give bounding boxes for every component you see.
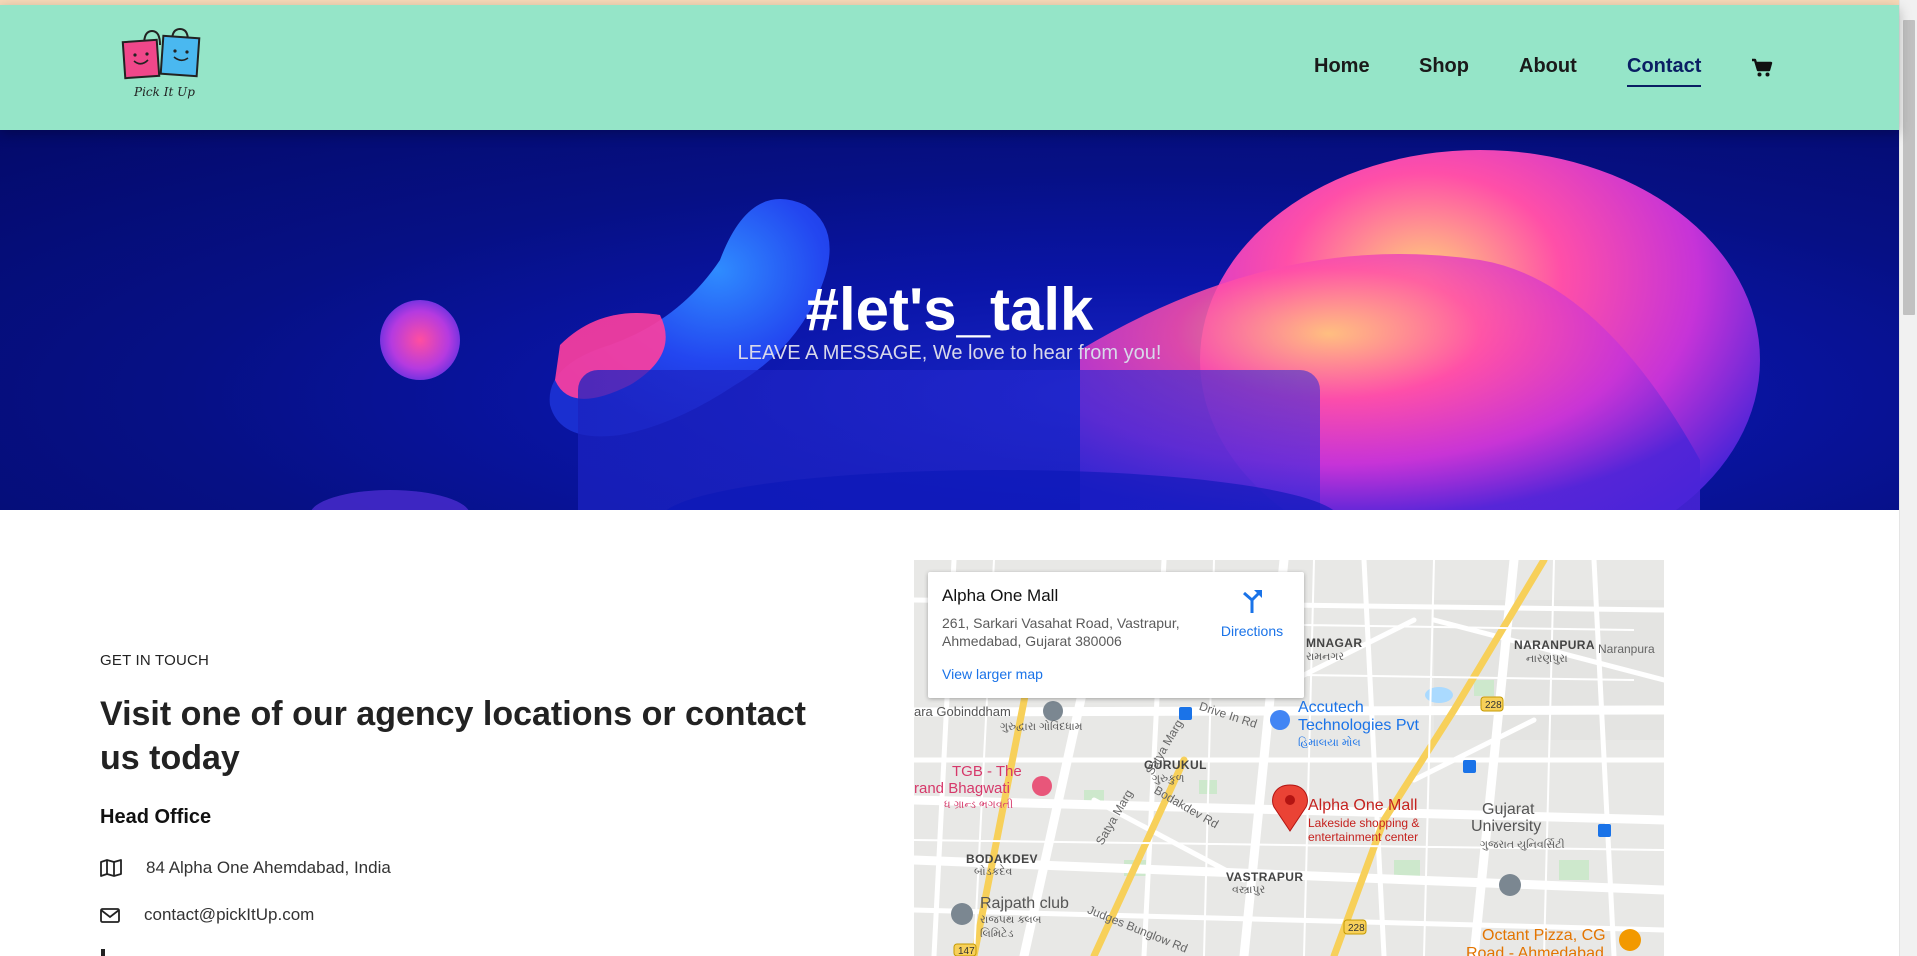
map-place-title: Alpha One Mall [942, 586, 1059, 605]
contact-heading: Visit one of our agency locations or con… [100, 695, 806, 777]
site-header: Pick It Up Home Shop About Contact [0, 5, 1899, 130]
map-label-mnagar-gu: રામનગર [1306, 651, 1345, 663]
view-larger-map-link[interactable]: View larger map [942, 666, 1043, 682]
map-label-gujarat-univ-gu: ગુજરાત યુનિવર્સિટી [1480, 839, 1565, 851]
map-label-bodakdev-gu: બોડકદેવ [974, 866, 1013, 878]
map-label-tgb-2: rand Bhagwati [914, 780, 1010, 797]
email-row: contact@pickItUp.com [100, 905, 314, 925]
hero-banner: #let's_talk LEAVE A MESSAGE, We love to … [0, 130, 1899, 510]
page-scrollbar[interactable] [1899, 0, 1917, 956]
map-icon [100, 859, 122, 877]
map-label-alpha: Alpha One Mall [1308, 797, 1418, 814]
phone-icon [101, 949, 105, 956]
map-label-octant-2: Road - Ahmedabad [1466, 945, 1604, 956]
email-text[interactable]: contact@pickItUp.com [144, 905, 314, 925]
shopping-bags-logo-icon [121, 27, 201, 80]
map-label-route-228-b: 228 [1348, 923, 1365, 934]
map-label-tgb-gu: ધ ગ્રાન્ડ ભગવતી [944, 799, 1014, 811]
logo-text: Pick It Up [134, 85, 195, 99]
map-label-rajpath: Rajpath club [980, 895, 1069, 912]
envelope-icon [100, 907, 120, 923]
map-info-card: Alpha One Mall 261, Sarkari Vasahat Road… [928, 572, 1304, 698]
logo[interactable]: Pick It Up [120, 27, 210, 112]
cart-icon[interactable] [1751, 58, 1773, 78]
map-label-naranpura-gu: નારણપુરા [1526, 653, 1568, 665]
map-label-naranpura-2: Naranpura [1598, 642, 1655, 656]
map-label-accutech: Accutech [1298, 699, 1364, 716]
map-label-alpha-sub-2: entertainment center [1308, 830, 1419, 844]
map-label-alpha-sub: Lakeside shopping & [1308, 816, 1420, 830]
get-in-touch-label: GET IN TOUCH [100, 652, 210, 669]
map-label-accutech-2: Technologies Pvt [1298, 717, 1419, 734]
hero-title: #let's_talk [805, 276, 1094, 343]
map-place-address: 261, Sarkari Vasahat Road, Vastrapur, Ah… [942, 615, 1180, 649]
directions-button[interactable]: Directions [1212, 588, 1292, 639]
map-label-route-228-a: 228 [1485, 700, 1502, 711]
map-label-gobinddham-gu: ગુરુદ્વારા ગોવિંદધામ [1000, 721, 1083, 733]
map-label-naranpura: NARANPURA [1514, 638, 1595, 652]
google-map[interactable]: ara Gobinddham ગુરુદ્વારા ગોવિંદધામ Accu… [914, 560, 1664, 956]
map-label-route-147: 147 [958, 946, 975, 956]
map-label-tgb: TGB - The [952, 763, 1022, 780]
map-label-vastrapur-gu: વસ્ત્રાપુર [1232, 884, 1266, 896]
directions-icon [1243, 590, 1262, 613]
nav-shop[interactable]: Shop [1419, 55, 1469, 78]
nav-contact[interactable]: Contact [1627, 55, 1702, 87]
address-row: 84 Alpha One Ahemdabad, India [100, 858, 391, 878]
map-label-gobinddham: ara Gobinddham [914, 704, 1011, 719]
map-label-himalaya: હિમાલયા મોલ [1298, 737, 1361, 749]
map-label-rajpath-gu: રાજપથ ક્લબ [980, 914, 1042, 926]
map-label-gujarat-univ: Gujarat [1482, 801, 1535, 818]
nav-home[interactable]: Home [1314, 55, 1370, 78]
map-label-rajpath-gu-2: લિમિટેડ [980, 928, 1014, 940]
head-office-heading: Head Office [100, 806, 212, 828]
scrollbar-thumb[interactable] [1903, 20, 1915, 315]
address-text: 84 Alpha One Ahemdabad, India [146, 858, 391, 877]
map-label-mnagar: MNAGAR [1306, 636, 1363, 650]
map-label-gujarat-univ-2: University [1471, 818, 1542, 835]
hero-subtitle: LEAVE A MESSAGE, We love to hear from yo… [737, 342, 1162, 364]
map-label-octant: Octant Pizza, CG [1482, 927, 1606, 944]
nav-about[interactable]: About [1519, 55, 1577, 78]
directions-label: Directions [1220, 623, 1284, 639]
